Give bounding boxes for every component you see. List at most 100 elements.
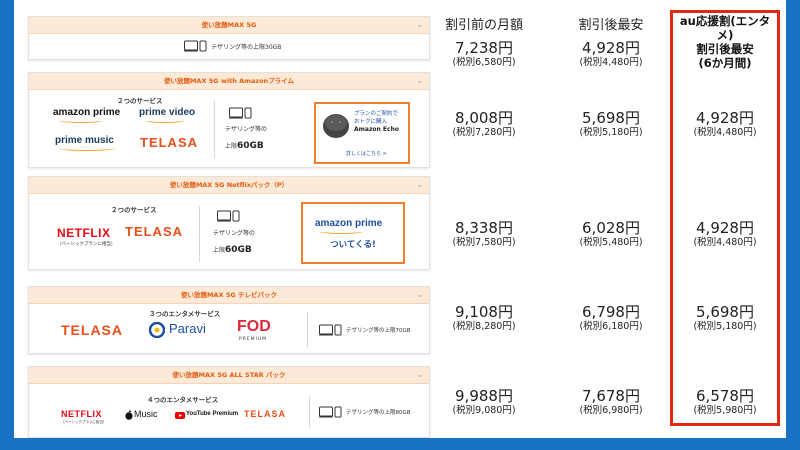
tether-info: テザリング等の上限70GB bbox=[319, 324, 411, 336]
apple-music-logo: Music bbox=[134, 409, 158, 419]
tether-info: テザリング等の上限30GB bbox=[184, 40, 281, 52]
price-after-cell: 5,698円 (税別5,180円) bbox=[556, 110, 666, 139]
price-value: 9,988円 bbox=[455, 387, 513, 405]
column-header-before-discount: 割引前の月額 bbox=[444, 18, 523, 33]
tether-limit-prefix: 上限 bbox=[225, 143, 238, 150]
chevron-down-icon[interactable]: ⌄ bbox=[416, 287, 423, 303]
chevron-down-icon[interactable]: ⌄ bbox=[416, 177, 423, 193]
price-tax-excluded: (税別6,180円) bbox=[579, 321, 643, 332]
telasa-logo: TELASA bbox=[140, 135, 198, 150]
tether-limit-prefix: 上限 bbox=[213, 247, 226, 254]
price-after-cell: 7,678円 (税別6,980円) bbox=[556, 387, 666, 417]
paravi-mark-icon bbox=[149, 322, 165, 338]
price-value: 6,028円 bbox=[582, 219, 640, 237]
fod-logo: FOD bbox=[237, 318, 271, 335]
tethering-devices-icon bbox=[319, 406, 342, 418]
tethering-devices-icon bbox=[319, 324, 342, 336]
netflix-plan-note: （ベーシックプランに相当） bbox=[61, 420, 107, 424]
price-before-cell: 9,108円 (税別8,280円) bbox=[424, 303, 544, 333]
price-tax-excluded: (税別7,580円) bbox=[452, 237, 516, 248]
promo-details-link[interactable]: 詳しくはこちら > bbox=[346, 150, 387, 157]
price-tax-excluded: (税別7,280円) bbox=[452, 127, 516, 138]
price-after-cell: 6,798円 (税別6,180円) bbox=[556, 303, 666, 333]
youtube-play-icon bbox=[175, 412, 185, 419]
price-tax-excluded: (税別5,180円) bbox=[693, 321, 757, 332]
price-value: 6,578円 bbox=[696, 387, 754, 405]
price-value: 5,698円 bbox=[696, 303, 754, 321]
price-tax-excluded: (税別5,480円) bbox=[579, 237, 643, 248]
price-au-cell: 4,928円 (税別4,480円) bbox=[672, 109, 778, 139]
netflix-plan-note: （ベーシックプランに相当） bbox=[57, 242, 116, 247]
price-value: 8,008円 bbox=[455, 109, 513, 127]
promo-line: プランのご契約で bbox=[354, 111, 399, 117]
apple-icon bbox=[125, 410, 133, 420]
prime-video-logo: prime video bbox=[139, 107, 196, 118]
chevron-down-icon[interactable]: ⌄ bbox=[416, 367, 423, 383]
plan-title: 使い放題MAX 5G with Amazonプライム bbox=[163, 77, 295, 85]
services-title: ３つのエンタメサービス bbox=[149, 310, 221, 318]
tethering-devices-icon bbox=[184, 40, 207, 52]
amazon-smile-icon bbox=[59, 118, 103, 123]
price-au-cell: 5,698円 (税別5,180円) bbox=[672, 303, 778, 333]
tether-info: テザリング等の上限80GB bbox=[319, 406, 411, 418]
au-header-line: (6か月間) bbox=[698, 56, 752, 70]
tether-label: テザリング等の bbox=[213, 230, 256, 237]
price-tax-excluded: (税別9,080円) bbox=[452, 405, 516, 416]
amazon-prime-promo[interactable]: amazon prime ついてくる! bbox=[301, 202, 405, 264]
tethering-devices-icon bbox=[229, 107, 252, 119]
promo-tagline: ついてくる! bbox=[330, 240, 376, 250]
price-before-cell: 7,238円 (税別6,580円) bbox=[424, 39, 544, 69]
chevron-down-icon[interactable]: ⌄ bbox=[416, 73, 423, 89]
plan-card-amazon-prime[interactable]: 使い放題MAX 5G with Amazonプライム ⌄ ２つのサービス ama… bbox=[28, 72, 430, 168]
services-title: ２つのサービス bbox=[117, 97, 163, 105]
price-after-cell: 4,928円 (税別4,480円) bbox=[556, 39, 666, 69]
plan-card-netflix[interactable]: 使い放題MAX 5G Netflixパック（P） ⌄ ２つのサービス NETFL… bbox=[28, 176, 430, 270]
price-after-cell: 6,028円 (税別5,480円) bbox=[556, 219, 666, 249]
prime-video-smile-icon bbox=[145, 118, 185, 123]
price-value: 7,678円 bbox=[582, 387, 640, 405]
price-tax-excluded: (税別4,480円) bbox=[693, 237, 757, 248]
plan-title: 使い放題MAX 5G テレビパック bbox=[181, 291, 277, 299]
plan-card-tv-pack[interactable]: 使い放題MAX 5G テレビパック ⌄ ３つのエンタメサービス TELASA P… bbox=[28, 286, 430, 354]
column-header-au-support: au応援割(エンタメ) 割引後最安 (6か月間) bbox=[672, 14, 778, 70]
plan-header[interactable]: 使い放題MAX 5G with Amazonプライム ⌄ bbox=[29, 73, 429, 90]
price-value: 7,238円 bbox=[455, 39, 513, 57]
tether-label: テザリング等の bbox=[225, 126, 268, 133]
amazon-echo-promo[interactable]: プランのご契約で おトクに購入 Amazon Echo 詳しくはこちら > bbox=[314, 102, 410, 164]
divider bbox=[199, 206, 200, 262]
plan-title: 使い放題MAX 5G ALL STAR パック bbox=[172, 371, 286, 379]
price-tax-excluded: (税別6,580円) bbox=[452, 57, 516, 68]
divider bbox=[214, 100, 215, 158]
price-tax-excluded: (税別5,980円) bbox=[693, 405, 757, 416]
telasa-logo: TELASA bbox=[125, 224, 183, 239]
tether-limit-text: テザリング等の上限80GB bbox=[346, 410, 411, 416]
price-value: 9,108円 bbox=[455, 303, 513, 321]
telasa-logo: TELASA bbox=[61, 322, 123, 338]
chevron-down-icon[interactable]: ⌄ bbox=[416, 17, 423, 33]
price-value: 4,928円 bbox=[582, 39, 640, 57]
plan-card-all-star[interactable]: 使い放題MAX 5G ALL STAR パック ⌄ ４つのエンタメサービス NE… bbox=[28, 366, 430, 438]
price-tax-excluded: (税別5,180円) bbox=[579, 127, 643, 138]
plan-header[interactable]: 使い放題MAX 5G ⌄ bbox=[29, 17, 429, 34]
prime-music-logo: prime music bbox=[55, 135, 114, 146]
tether-limit-value: 60GB bbox=[237, 141, 264, 151]
plan-header[interactable]: 使い放題MAX 5G テレビパック ⌄ bbox=[29, 287, 429, 304]
plan-header[interactable]: 使い放題MAX 5G Netflixパック（P） ⌄ bbox=[29, 177, 429, 194]
promo-line: おトクに購入 bbox=[354, 119, 388, 125]
netflix-logo: NETFLIX bbox=[57, 226, 111, 240]
services-title: ２つのサービス bbox=[111, 206, 157, 214]
au-support-highlight-box bbox=[670, 10, 780, 426]
price-value: 6,798円 bbox=[582, 303, 640, 321]
price-tax-excluded: (税別6,980円) bbox=[579, 405, 643, 416]
price-value: 4,928円 bbox=[696, 109, 754, 127]
plan-title: 使い放題MAX 5G bbox=[201, 21, 257, 29]
tether-limit-text: テザリング等の上限70GB bbox=[346, 328, 411, 334]
tether-limit: 上限60GB bbox=[225, 133, 264, 152]
price-value: 4,928円 bbox=[696, 219, 754, 237]
plan-header[interactable]: 使い放題MAX 5G ALL STAR パック ⌄ bbox=[29, 367, 429, 384]
amazon-prime-logo: amazon prime bbox=[53, 107, 121, 118]
price-before-cell: 8,338円 (税別7,580円) bbox=[424, 220, 544, 249]
services-title: ４つのエンタメサービス bbox=[147, 396, 219, 404]
price-before-cell: 8,008円 (税別7,280円) bbox=[424, 109, 544, 139]
plan-card-max5g[interactable]: 使い放題MAX 5G ⌄ テザリング等の上限30GB bbox=[28, 16, 430, 60]
